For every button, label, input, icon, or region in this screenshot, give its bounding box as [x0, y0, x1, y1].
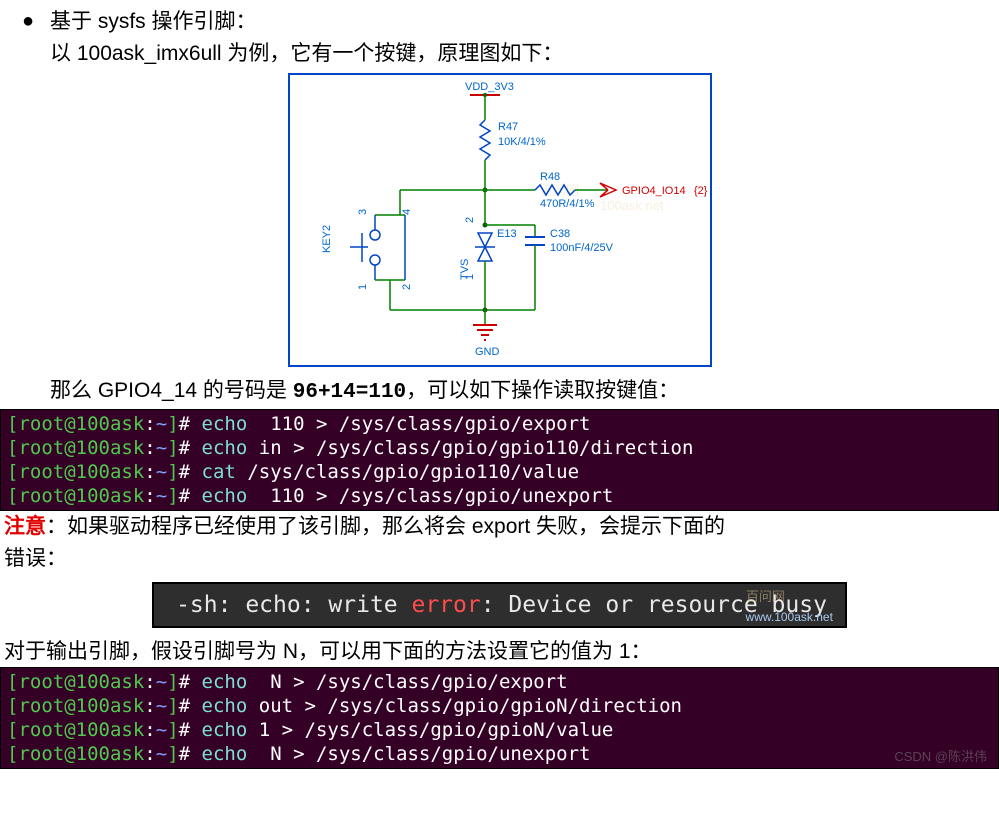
note-block: 注意：如果驱动程序已经使用了该引脚，那么将会 export 失败，会提示下面的 …: [0, 511, 999, 576]
calc-bold: 96+14=110: [293, 381, 406, 404]
error-wrap: 百问网 -sh: echo: write error: Device or re…: [0, 582, 999, 628]
error-box: 百问网 -sh: echo: write error: Device or re…: [152, 582, 847, 628]
note-text2: 错误：: [4, 547, 67, 570]
calc-pre: 那么 GPIO4_14 的号码是: [50, 379, 293, 402]
schematic-wrap: 100ask.net 百问网 VDD_3V3 R47 10K/4/1% R48 …: [0, 73, 999, 373]
term1-row-2: [root@100ask:~]# cat /sys/class/gpio/gpi…: [7, 460, 992, 484]
terminal-block-2: [root@100ask:~]# echo N > /sys/class/gpi…: [0, 667, 999, 769]
gpio-label: GPIO4_IO14: [622, 185, 686, 197]
intro-line: 以 100ask_imx6ull 为例，它有一个按键，原理图如下：: [0, 38, 999, 70]
c38-val: 100nF/4/25V: [550, 242, 614, 254]
term2-row-1: [root@100ask:~]# echo out > /sys/class/g…: [7, 694, 992, 718]
bullet-dot: ●: [22, 6, 50, 36]
tvs-tri-bot: [478, 247, 492, 261]
calc-line: 那么 GPIO4_14 的号码是 96+14=110，可以如下操作读取按键值：: [0, 375, 999, 409]
term2-row-3: [root@100ask:~]# echo N > /sys/class/gpi…: [7, 742, 992, 766]
r48-label: R48: [540, 171, 560, 183]
schematic-box: 100ask.net 百问网 VDD_3V3 R47 10K/4/1% R48 …: [288, 73, 712, 367]
key-label: KEY2: [321, 225, 333, 253]
calc-post: ，可以如下操作读取按键值：: [406, 379, 679, 402]
terminal-block-1: [root@100ask:~]# echo 110 > /sys/class/g…: [0, 409, 999, 511]
schematic-svg: 100ask.net 百问网 VDD_3V3 R47 10K/4/1% R48 …: [290, 75, 710, 365]
r47-label: R47: [498, 121, 518, 133]
r47-resistor: [480, 120, 490, 160]
note-label: 注意: [4, 515, 46, 538]
term1-row-3: [root@100ask:~]# echo 110 > /sys/class/g…: [7, 484, 992, 508]
schematic-watermark: 100ask.net: [600, 198, 664, 213]
term1-row-1: [root@100ask:~]# echo in > /sys/class/gp…: [7, 436, 992, 460]
pin2: 2: [401, 284, 413, 290]
csdn-watermark: CSDN @陈洪伟: [894, 746, 987, 765]
e13-label: E13: [497, 228, 517, 240]
error-pre: -sh: echo: write: [176, 592, 411, 618]
error-bg: -sh: echo: write error: Device or resour…: [154, 584, 845, 626]
r47-val: 10K/4/1%: [498, 136, 546, 148]
note-text1: ：如果驱动程序已经使用了该引脚，那么将会 export 失败，会提示下面的: [46, 515, 725, 538]
tvs-pin1: 1: [464, 274, 476, 280]
bullet-text: 基于 sysfs 操作引脚：: [50, 10, 257, 33]
gnd-label: GND: [475, 346, 500, 358]
term2-row-0: [root@100ask:~]# echo N > /sys/class/gpi…: [7, 670, 992, 694]
error-word: error: [411, 592, 480, 618]
c38-label: C38: [550, 228, 570, 240]
tvs-pin2: 2: [464, 217, 476, 223]
pin3: 3: [357, 209, 369, 215]
term2-row-2: [root@100ask:~]# echo 1 > /sys/class/gpi…: [7, 718, 992, 742]
tvs-tri-top: [478, 233, 492, 247]
bullet-line: ●基于 sysfs 操作引脚：: [0, 6, 999, 38]
key-circle-bot: [370, 255, 380, 265]
output-intro: 对于输出引脚，假设引脚号为 N，可以用下面的方法设置它的值为 1：: [0, 636, 999, 668]
pin4: 4: [401, 209, 413, 215]
gpio-net: {2}: [694, 185, 708, 197]
r48-val: 470R/4/1%: [540, 198, 595, 210]
error-wm-bottom: www.100ask.net: [746, 610, 833, 624]
vdd-label: VDD_3V3: [465, 81, 514, 93]
error-wm-top: 百问网: [746, 586, 785, 605]
pin1: 1: [357, 284, 369, 290]
term1-row-0: [root@100ask:~]# echo 110 > /sys/class/g…: [7, 412, 992, 436]
key-circle-top: [370, 230, 380, 240]
